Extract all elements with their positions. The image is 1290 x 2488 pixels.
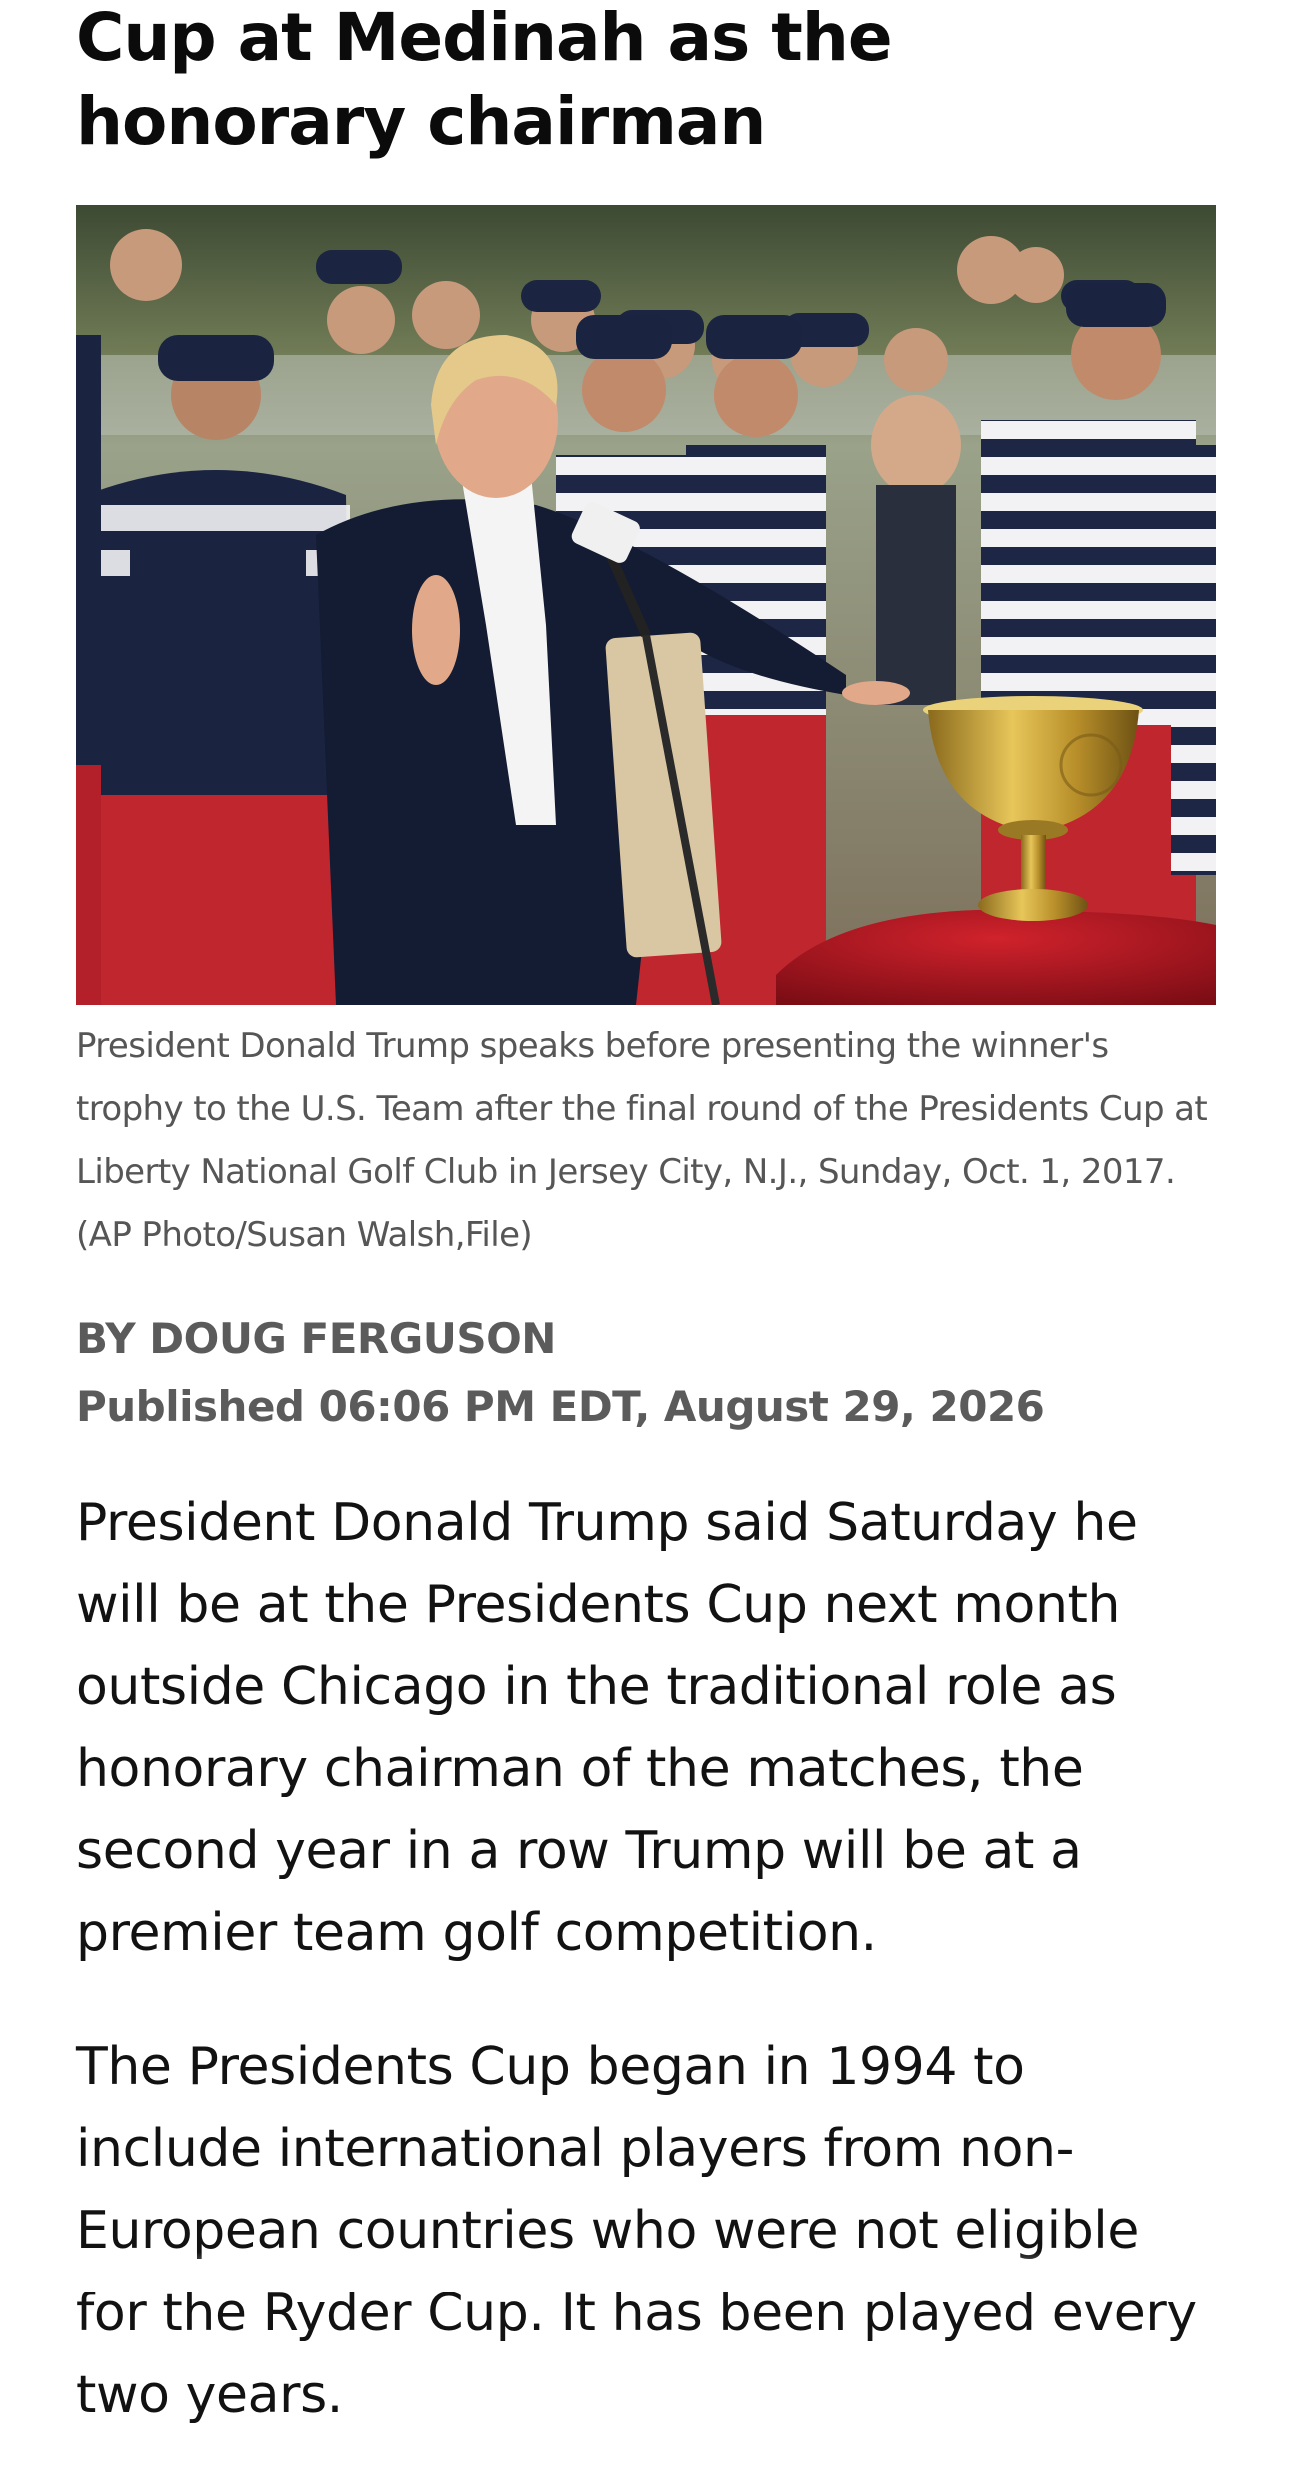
article-paragraph: The Presidents Cup began in 1994 to incl… xyxy=(76,2037,1197,2425)
bottom-fade xyxy=(0,2252,1290,2292)
published-timestamp: Published 06:06 PM EDT, August 29, 2026 xyxy=(76,1382,1045,1431)
article-body: President Donald Trump said Saturday he … xyxy=(76,1482,1216,2488)
author-byline: BY DOUG FERGUSON xyxy=(76,1314,556,1363)
article: Cup at Medinah as the honorary chairman xyxy=(76,0,1216,2425)
byline-block: BY DOUG FERGUSON Published 06:06 PM EDT,… xyxy=(76,1305,1216,1441)
article-paragraph: President Donald Trump said Saturday he … xyxy=(76,1493,1138,1963)
article-headline: Cup at Medinah as the honorary chairman xyxy=(76,0,893,160)
photo-illustration xyxy=(76,205,1216,1005)
photo-caption: President Donald Trump speaks before pre… xyxy=(76,1026,1208,1255)
article-photo[interactable] xyxy=(76,205,1216,1005)
